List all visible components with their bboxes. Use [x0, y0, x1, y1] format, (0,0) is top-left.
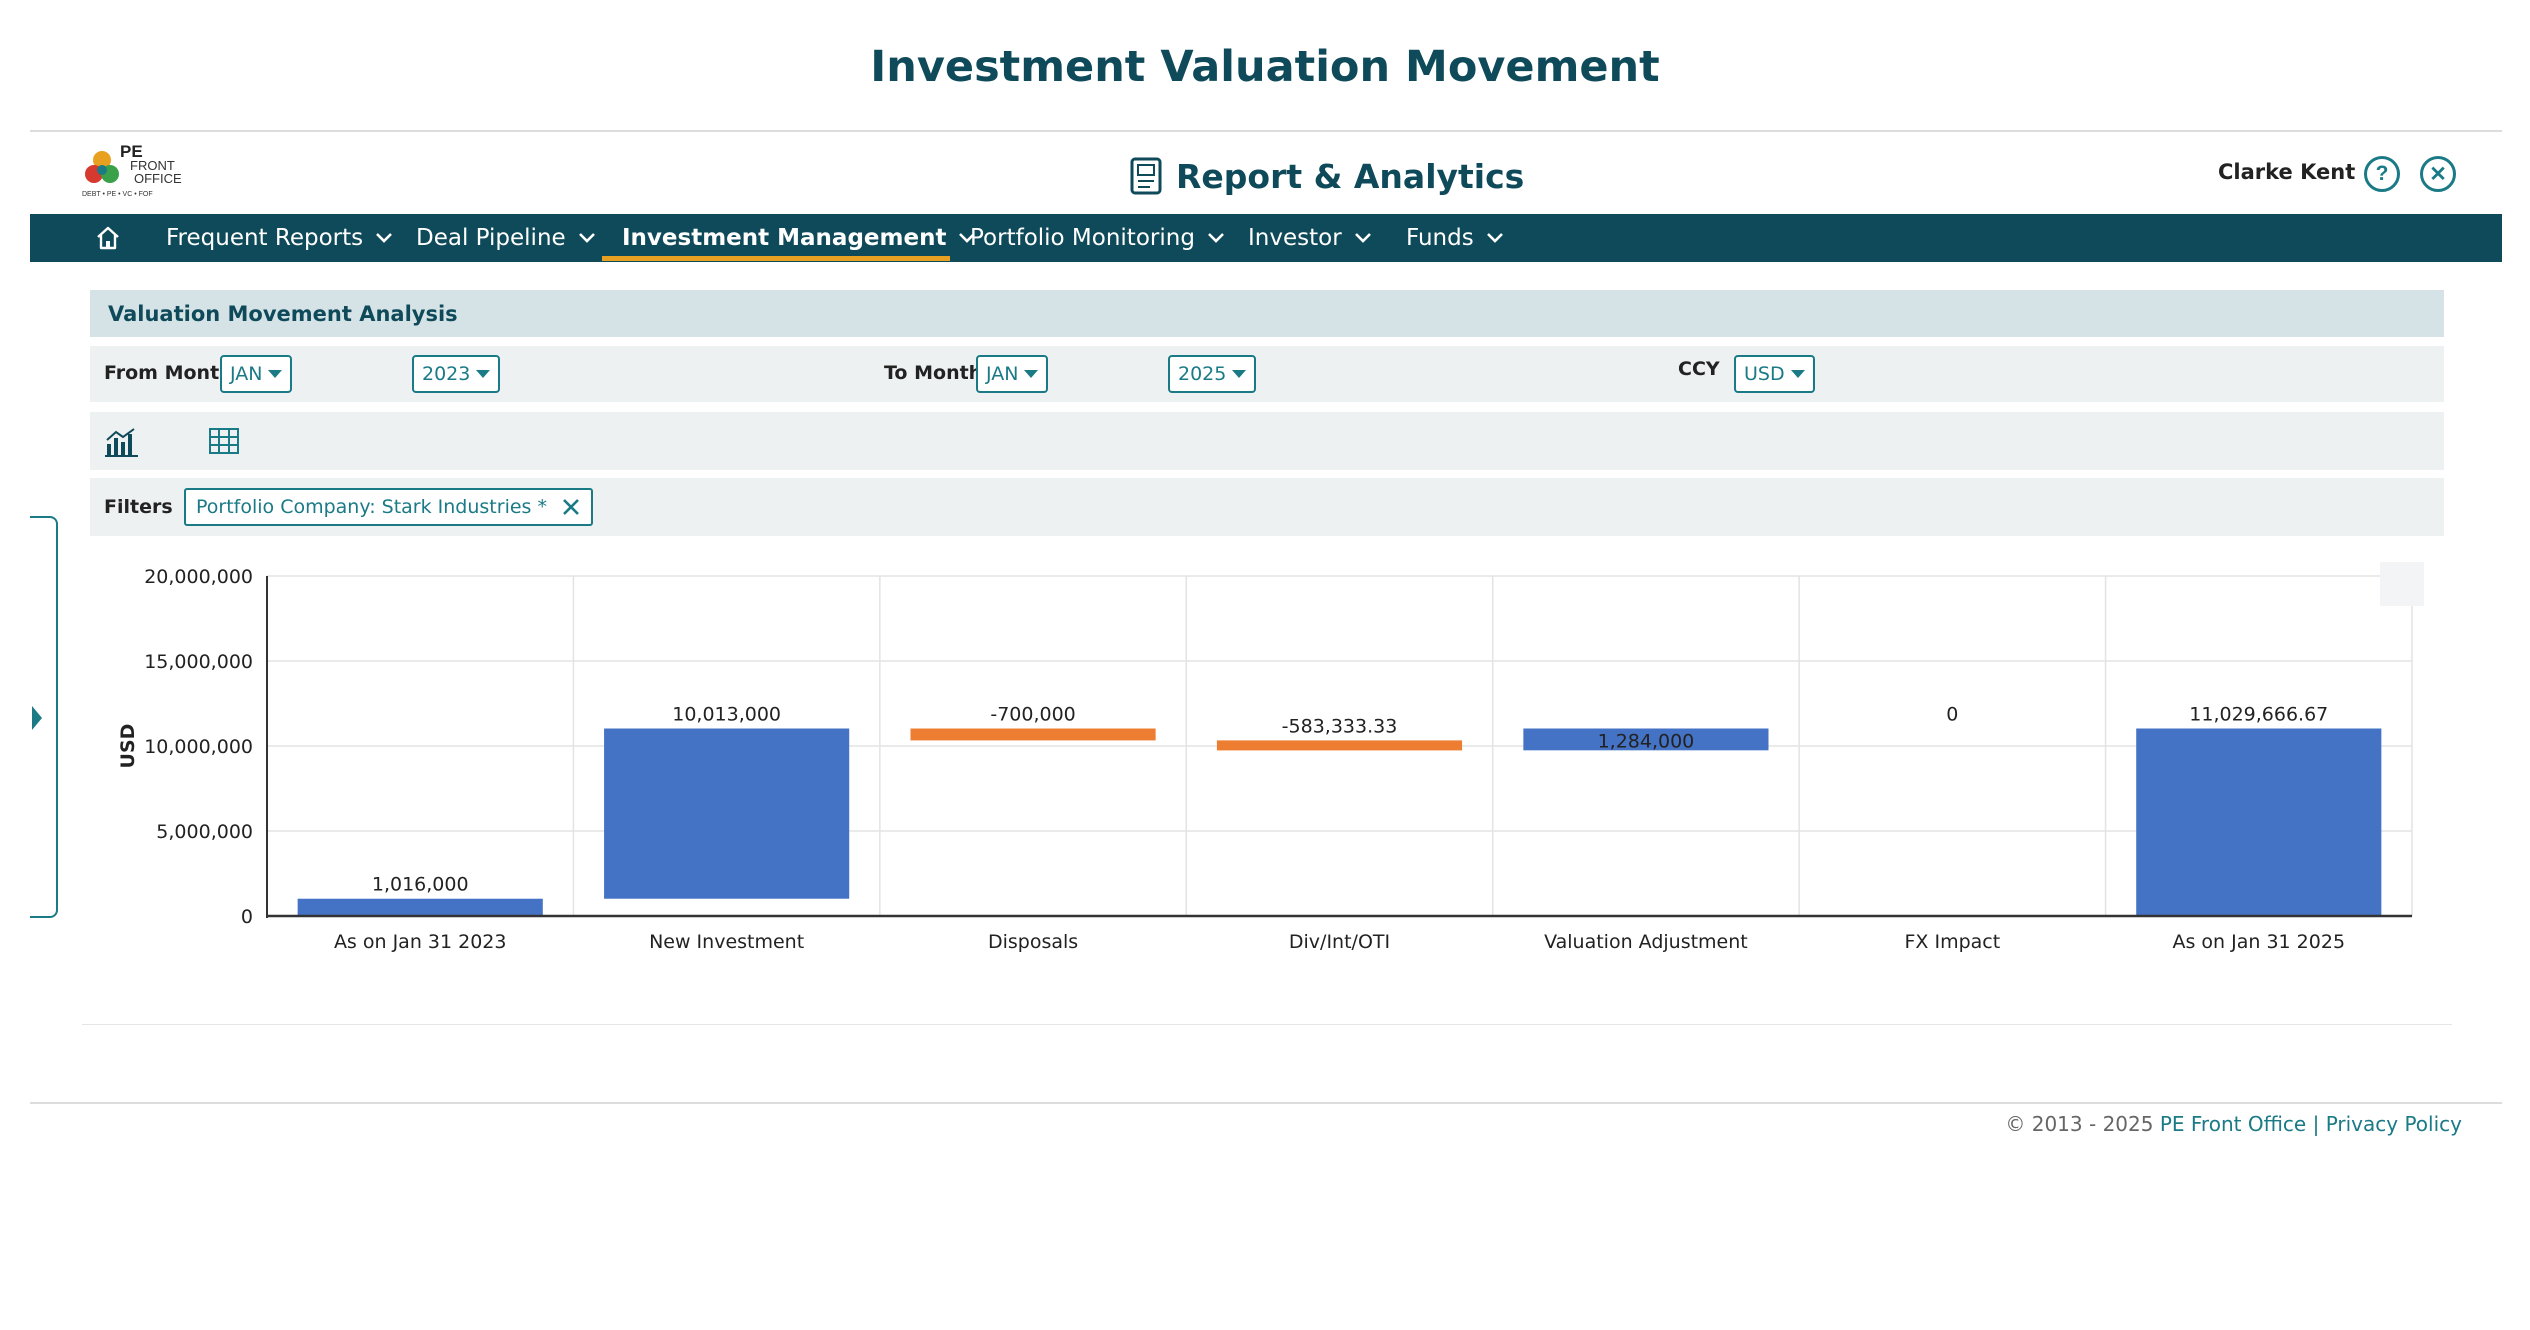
chevron-down-icon: [1486, 233, 1503, 243]
expand-arrow-icon[interactable]: [32, 706, 42, 730]
to-month-value: JAN: [986, 363, 1019, 385]
chart-menu-button[interactable]: [2380, 562, 2424, 606]
x-tick-label: Valuation Adjustment: [1544, 931, 1748, 953]
nav-label: Deal Pipeline: [416, 225, 566, 251]
nav-investor[interactable]: Investor: [1248, 214, 1372, 262]
chevron-down-icon: [1208, 233, 1224, 243]
nav-frequent-reports[interactable]: Frequent Reports: [166, 214, 393, 262]
ccy-select[interactable]: USD: [1734, 355, 1815, 393]
filters-label: Filters: [104, 496, 173, 518]
home-icon[interactable]: [94, 214, 122, 262]
to-month-select[interactable]: JAN: [976, 355, 1049, 393]
caret-down-icon: [268, 370, 283, 378]
waterfall-bar[interactable]: [2136, 728, 2382, 916]
data-label: 1,284,000: [1598, 730, 1695, 752]
nav-label: Funds: [1406, 225, 1474, 251]
nav-label: Investor: [1248, 225, 1342, 251]
nav-label: Investment Management: [622, 225, 947, 251]
x-tick-label: New Investment: [649, 931, 804, 953]
x-tick-label: Disposals: [988, 931, 1078, 953]
data-label: 0: [1946, 703, 1958, 725]
x-tick-label: Div/Int/OTI: [1289, 931, 1390, 953]
logo[interactable]: PE FRONT OFFICE DEBT • PE • VC • FOF: [82, 142, 194, 204]
nav-investment-management[interactable]: Investment Management: [622, 214, 976, 262]
valuation-waterfall-chart: 1,016,000 10,013,000 -700,000 -583,333.33 1,…: [117, 562, 2424, 953]
data-label: -700,000: [990, 704, 1075, 726]
table-icon[interactable]: [208, 426, 240, 456]
page-title: Investment Valuation Movement: [870, 42, 1660, 92]
from-month-label: From Month: [104, 362, 233, 384]
logo-text-office: OFFICE: [134, 171, 182, 186]
filter-chip-label: Portfolio Company: Stark Industries *: [196, 496, 547, 518]
footer-privacy-link[interactable]: Privacy Policy: [2326, 1112, 2462, 1136]
from-year-select[interactable]: 2023: [412, 355, 501, 393]
waterfall-bar[interactable]: [1216, 740, 1463, 751]
nav-active-indicator: [602, 256, 950, 261]
user-name[interactable]: Clarke Kent: [2218, 160, 2355, 184]
waterfall-bar[interactable]: [910, 728, 1156, 741]
view-toggle-row: [90, 412, 2444, 470]
ccy-label: CCY: [1678, 358, 1720, 380]
data-label: 1,016,000: [372, 874, 469, 896]
footer-separator: |: [2312, 1112, 2320, 1136]
y-tick-label: 20,000,000: [144, 566, 253, 588]
nav-deal-pipeline[interactable]: Deal Pipeline: [416, 214, 596, 262]
header-title: Report & Analytics: [1176, 156, 1525, 196]
chevron-down-icon: [1354, 233, 1371, 243]
panel-title: Valuation Movement Analysis: [90, 290, 2444, 337]
chevron-down-icon: [376, 233, 393, 243]
to-month-label: To Month: [884, 362, 983, 384]
main-nav: Frequent Reports Deal Pipeline Investmen…: [30, 214, 2502, 262]
from-year-value: 2023: [422, 363, 471, 385]
report-icon: [1130, 157, 1162, 195]
logo-tagline: DEBT • PE • VC • FOF: [82, 191, 153, 198]
waterfall-bar[interactable]: [604, 728, 850, 899]
from-month-value: JAN: [230, 363, 263, 385]
bar-chart-icon[interactable]: [104, 426, 140, 458]
x-tick-label: As on Jan 31 2025: [2173, 931, 2346, 953]
chevron-down-icon: [578, 233, 595, 243]
data-label: 10,013,000: [672, 704, 781, 726]
data-label: -583,333.33: [1282, 715, 1398, 737]
from-month-select[interactable]: JAN: [220, 355, 293, 393]
period-selector-row: From Month JAN 2023 To Month JAN 2025 CC…: [90, 346, 2444, 402]
caret-down-icon: [1232, 370, 1247, 378]
close-circle-icon[interactable]: ✕: [2420, 156, 2456, 192]
caret-down-icon: [1024, 370, 1039, 378]
to-year-select[interactable]: 2025: [1168, 355, 1257, 393]
x-tick-label: FX Impact: [1905, 931, 2001, 953]
filter-chip[interactable]: Portfolio Company: Stark Industries *: [184, 488, 593, 526]
x-tick-label: As on Jan 31 2023: [334, 931, 507, 953]
nav-funds[interactable]: Funds: [1406, 214, 1504, 262]
y-tick-label: 15,000,000: [144, 651, 253, 673]
nav-label: Portfolio Monitoring: [970, 225, 1195, 251]
footer: © 2013 - 2025 PE Front Office | Privacy …: [2005, 1112, 2462, 1136]
content-divider: [82, 1024, 2452, 1025]
footer-copyright: © 2013 - 2025: [2005, 1112, 2154, 1136]
y-axis-title: USD: [117, 724, 139, 769]
caret-down-icon: [1790, 370, 1805, 378]
nav-label: Frequent Reports: [166, 225, 364, 251]
y-tick-label: 10,000,000: [144, 736, 253, 758]
help-icon[interactable]: ?: [2364, 156, 2400, 192]
report-analytics-header: Report & Analytics: [1130, 152, 1524, 200]
ccy-value: USD: [1744, 363, 1785, 385]
footer-company-link[interactable]: PE Front Office: [2160, 1112, 2306, 1136]
y-tick-label: 5,000,000: [156, 821, 253, 843]
footer-divider: [30, 1102, 2502, 1104]
data-label: 11,029,666.67: [2189, 703, 2328, 725]
waterfall-bar[interactable]: [297, 898, 543, 916]
y-tick-label: 0: [241, 906, 253, 928]
to-year-value: 2025: [1178, 363, 1227, 385]
remove-filter-icon[interactable]: [561, 497, 581, 517]
nav-portfolio-monitoring[interactable]: Portfolio Monitoring: [970, 214, 1225, 262]
caret-down-icon: [476, 370, 491, 378]
title-divider: [30, 130, 2502, 132]
